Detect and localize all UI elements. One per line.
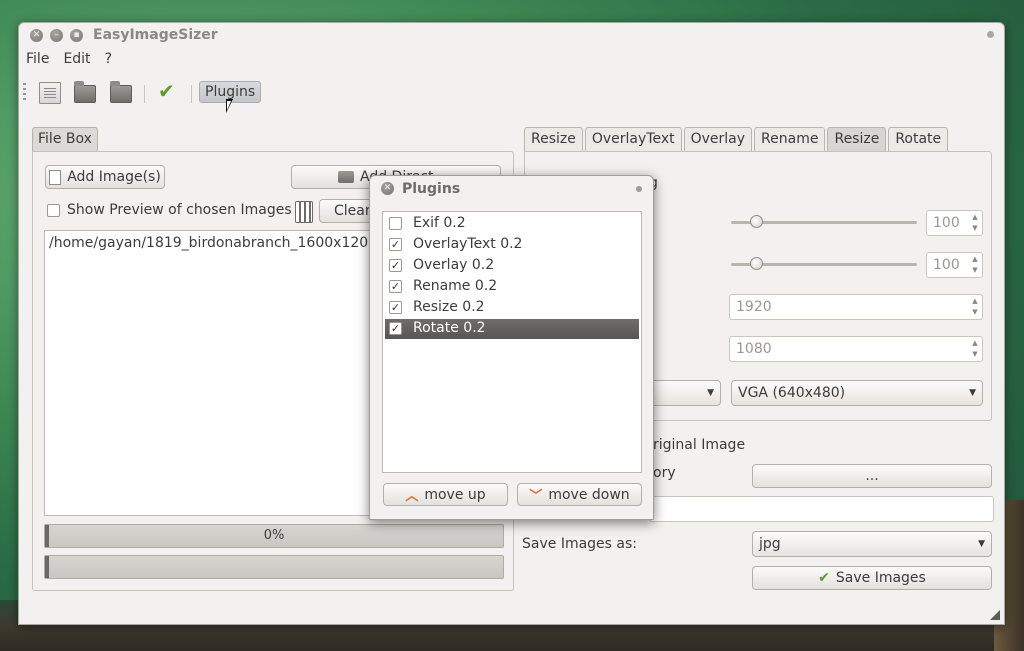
save-as-label: Save Images as:	[522, 536, 637, 552]
window-minimize-icon[interactable]: –	[50, 29, 63, 42]
plugins-dialog: ✕ Plugins Exif 0.2 ✓ OverlayText 0.2 ✓ O…	[369, 175, 654, 520]
open-directory-icon[interactable]	[110, 81, 132, 103]
preset-value: VGA (640x480)	[738, 385, 846, 401]
progress-text: 0%	[263, 528, 285, 543]
apply-check-icon[interactable]: ✔	[158, 79, 180, 103]
plugin-label: Resize 0.2	[413, 299, 485, 315]
plugin-item-overlaytext[interactable]: ✓ OverlayText 0.2	[385, 235, 639, 255]
check-icon: ✔	[818, 570, 830, 586]
directory-field[interactable]	[649, 496, 994, 522]
width-spinbox[interactable]: 1920 ▲ ▼	[729, 294, 983, 320]
plugin-item-resize[interactable]: ✓ Resize 0.2	[385, 298, 639, 318]
move-up-label: move up	[424, 486, 486, 503]
dialog-title: Plugins	[402, 181, 461, 197]
window-resize-grip-icon[interactable]	[990, 610, 1000, 620]
browse-label: ...	[865, 468, 879, 484]
plugin-item-rotate[interactable]: ✓ Rotate 0.2	[385, 319, 639, 339]
mouse-cursor-icon	[226, 99, 233, 113]
dropdown-arrow-icon: ▼	[707, 388, 714, 398]
plugin-checkbox[interactable]: ✓	[389, 301, 402, 314]
slider-1-handle[interactable]	[750, 215, 763, 228]
clear-label: Clear	[334, 203, 371, 219]
menubar: File Edit ?	[26, 51, 112, 71]
save-images-label: Save Images	[835, 570, 926, 586]
slider-2-spinbox[interactable]: 100 ▲ ▼	[926, 252, 983, 278]
keep-original-label: riginal Image	[653, 437, 746, 453]
chevron-down-icon: ﹀	[529, 489, 543, 504]
tab-overlaytext[interactable]: OverlayText	[584, 127, 682, 151]
plugin-checkbox[interactable]: ✓	[389, 259, 402, 272]
tab-resize-1[interactable]: Resize	[524, 127, 583, 151]
plugin-item-overlay[interactable]: ✓ Overlay 0.2	[385, 256, 639, 276]
plugin-item-exif[interactable]: Exif 0.2	[385, 214, 639, 234]
plugin-list[interactable]: Exif 0.2 ✓ OverlayText 0.2 ✓ Overlay 0.2…	[382, 211, 642, 473]
tab-file-box[interactable]: File Box	[32, 127, 98, 151]
plugin-label: OverlayText 0.2	[413, 236, 523, 252]
height-spinbox[interactable]: 1080 ▲ ▼	[729, 336, 983, 362]
plugin-label: Rename 0.2	[413, 278, 498, 294]
move-down-label: move down	[548, 486, 630, 503]
progress-bar-primary: 0%	[44, 524, 504, 548]
titlebar: ✕ – ▪ EasyImageSizer	[19, 23, 1004, 49]
dropdown-arrow-icon: ▼	[969, 388, 976, 398]
plugin-label: Rotate 0.2	[413, 320, 486, 336]
plugin-item-rename[interactable]: ✓ Rename 0.2	[385, 277, 639, 297]
browse-button[interactable]: ...	[752, 464, 992, 488]
new-document-icon[interactable]	[39, 82, 61, 104]
plugin-label: Exif 0.2	[413, 215, 466, 231]
show-preview-label: Show Preview of chosen Images	[67, 202, 292, 218]
plugin-checkbox[interactable]	[389, 217, 402, 230]
add-images-button[interactable]: Add Image(s)	[45, 165, 165, 189]
format-combo[interactable]: jpg ▼	[752, 531, 992, 557]
progress-bar-secondary	[44, 555, 504, 579]
document-icon	[49, 169, 62, 185]
width-value: 1920	[736, 299, 772, 315]
plugin-checkbox[interactable]: ✓	[389, 322, 402, 335]
menu-file[interactable]: File	[26, 51, 49, 71]
show-preview-checkbox[interactable]	[47, 204, 60, 217]
toolbar-separator	[144, 85, 145, 103]
slider-2-handle[interactable]	[750, 257, 763, 270]
dialog-menu-dot[interactable]	[636, 186, 642, 192]
window-maximize-icon[interactable]: ▪	[70, 29, 83, 42]
window-menu-dot[interactable]	[987, 31, 994, 38]
directory-label: ory	[653, 465, 676, 481]
tab-rename[interactable]: Rename	[754, 127, 826, 151]
list-item[interactable]: /home/gayan/1819_birdonabranch_1600x1200…	[49, 235, 403, 251]
plugin-checkbox[interactable]: ✓	[389, 280, 402, 293]
open-folder-icon[interactable]	[74, 81, 96, 103]
tab-rotate[interactable]: Rotate	[888, 127, 949, 151]
plugin-checkbox[interactable]: ✓	[389, 238, 402, 251]
spin-arrows-icon[interactable]: ▲ ▼	[970, 212, 980, 234]
menu-help[interactable]: ?	[105, 51, 112, 71]
tab-overlay[interactable]: Overlay	[683, 127, 753, 151]
move-up-button[interactable]: ︿ move up	[383, 483, 508, 506]
spin-arrows-icon[interactable]: ▲ ▼	[970, 296, 980, 318]
slider-2-value: 100	[933, 257, 960, 273]
menu-edit[interactable]: Edit	[63, 51, 90, 71]
slider-1-spinbox[interactable]: 100 ▲ ▼	[926, 210, 983, 236]
move-down-button[interactable]: ﹀ move down	[517, 483, 642, 506]
toolbar-separator	[191, 85, 192, 103]
height-value: 1080	[736, 341, 772, 357]
window-close-icon[interactable]: ✕	[30, 29, 43, 42]
window-title: EasyImageSizer	[93, 27, 218, 43]
plugin-tabs: Resize OverlayText Overlay Rename Resize…	[524, 127, 950, 151]
save-images-button[interactable]: ✔ Save Images	[752, 566, 992, 590]
dropdown-arrow-icon: ▼	[978, 539, 985, 549]
trash-icon[interactable]	[295, 201, 313, 223]
folder-icon	[338, 171, 354, 183]
unit-combo[interactable]: ▼	[649, 380, 721, 406]
dialog-close-icon[interactable]: ✕	[381, 182, 394, 195]
preset-combo[interactable]: VGA (640x480) ▼	[731, 380, 983, 406]
format-value: jpg	[759, 536, 781, 552]
add-images-label: Add Image(s)	[67, 169, 161, 185]
toolbar-grip[interactable]	[23, 83, 26, 103]
spin-arrows-icon[interactable]: ▲ ▼	[970, 254, 980, 276]
slider-1-value: 100	[933, 215, 960, 231]
plugin-label: Overlay 0.2	[413, 257, 495, 273]
spin-arrows-icon[interactable]: ▲ ▼	[970, 338, 980, 360]
tab-resize-active[interactable]: Resize	[827, 127, 887, 151]
chevron-up-icon: ︿	[405, 489, 419, 504]
